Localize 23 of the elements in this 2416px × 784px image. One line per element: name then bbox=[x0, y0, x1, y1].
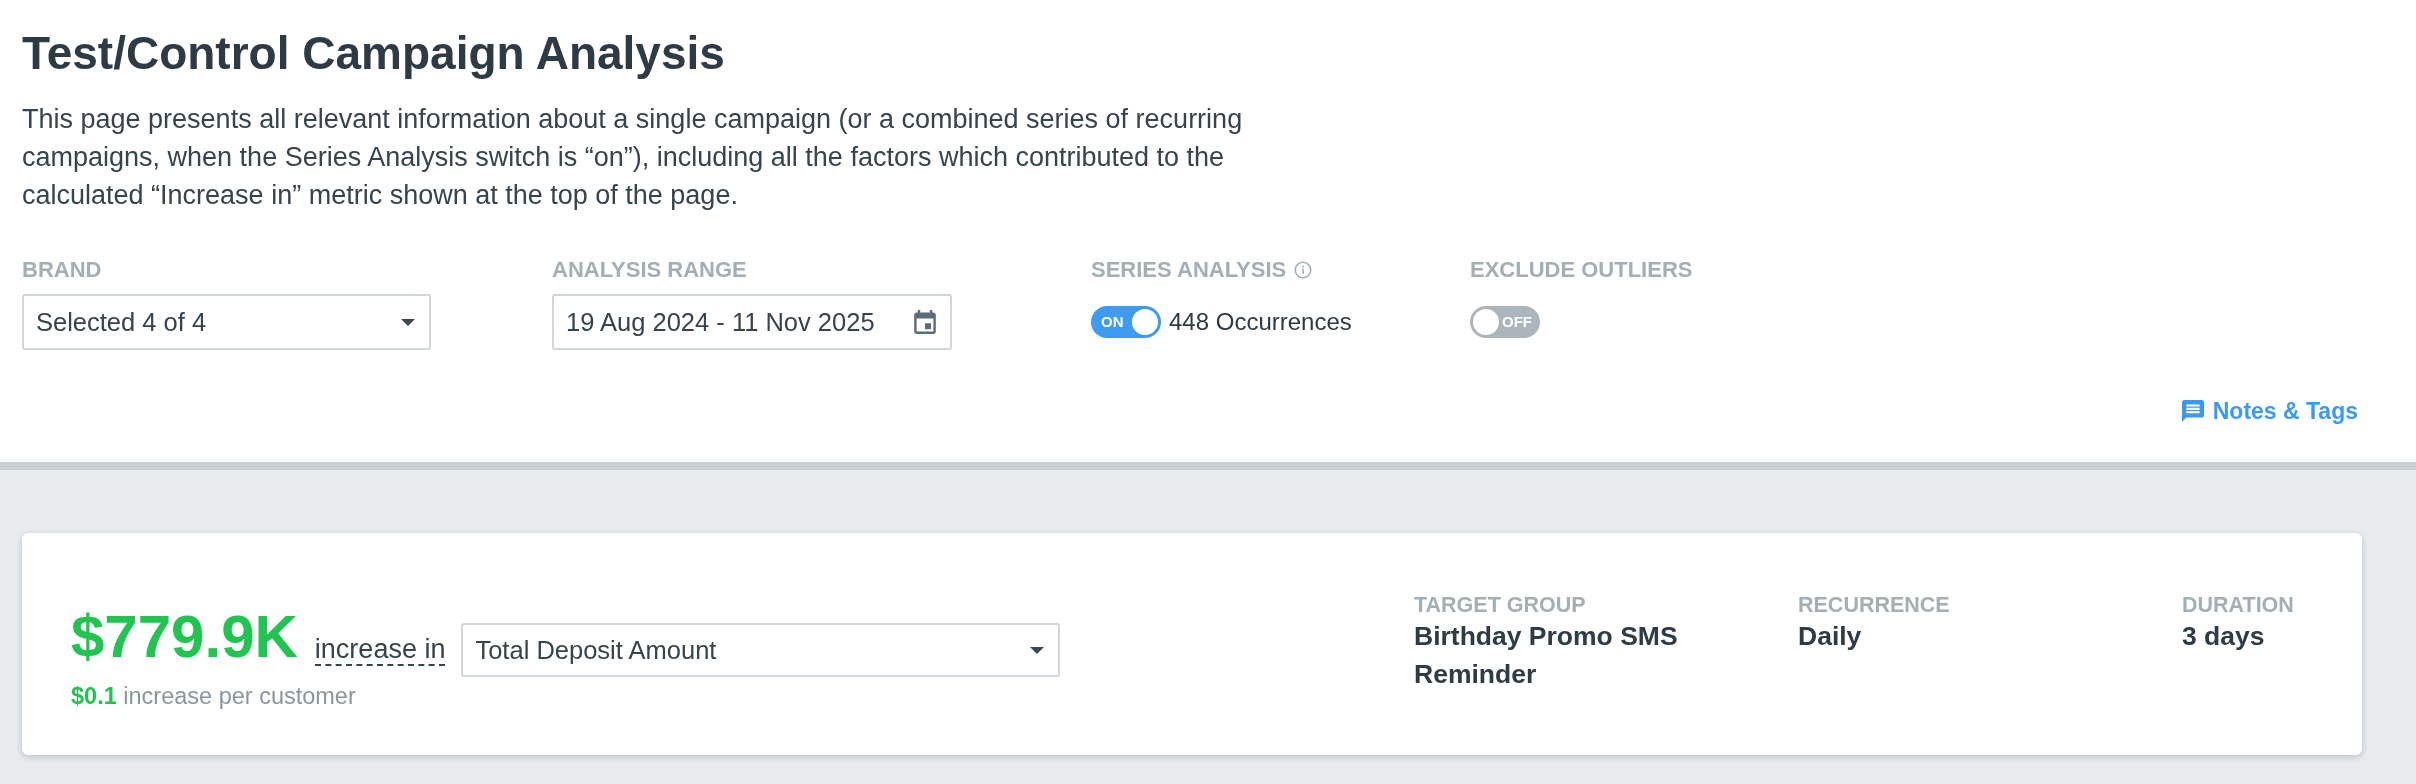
occurrences-count: 448 Occurrences bbox=[1169, 307, 1352, 337]
message-icon bbox=[2181, 400, 2204, 422]
page-description: This page presents all relevant information about a single campaign (or a combined series of recurring campaigns, when the Series Analysis switch is “on”), including all the factors which contributed to the calculated “Increase in” metric shown at the top of the page. bbox=[22, 103, 1244, 212]
metric-select[interactable]: Total Deposit Amount bbox=[461, 623, 1061, 677]
detail-value: 3 days bbox=[2182, 620, 2266, 653]
filter-label: BRAND bbox=[22, 258, 102, 282]
page-title: Test/Control Campaign Analysis bbox=[22, 26, 726, 81]
increase-amount: $779.9K bbox=[71, 602, 298, 672]
filter-label: SERIES ANALYSIS bbox=[1091, 258, 1287, 282]
caret-icon bbox=[401, 318, 415, 326]
brand-select[interactable]: Selected 4 of 4 bbox=[22, 294, 431, 350]
filter-label: EXCLUDE OUTLIERS bbox=[1470, 258, 1693, 282]
date-range-field[interactable]: 19 Aug 2024 - 11 Nov 2025 bbox=[552, 294, 952, 350]
detail-label: RECURRENCE bbox=[1798, 593, 1951, 617]
increase-in-label: increase in bbox=[314, 634, 446, 666]
detail-value: Daily bbox=[1798, 620, 1863, 653]
detail-value: Birthday Promo SMS Reminder bbox=[1414, 620, 1679, 691]
filter-label: ANALYSIS RANGE bbox=[552, 258, 747, 282]
per-customer-increase: $0.1 increase per customer bbox=[71, 682, 357, 711]
caret-icon bbox=[1030, 646, 1045, 654]
detail-label: DURATION bbox=[2182, 593, 2295, 617]
detail-label: TARGET GROUP bbox=[1414, 593, 1587, 617]
calendar-icon bbox=[914, 310, 936, 334]
